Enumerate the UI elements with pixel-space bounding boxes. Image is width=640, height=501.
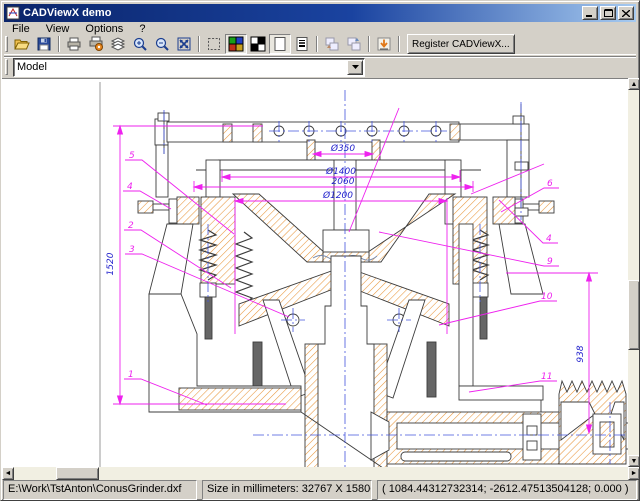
black-white-mode-button[interactable]	[247, 34, 269, 54]
layout-row: Model	[4, 56, 636, 77]
vertical-scrollbar[interactable]: ▲ ▼	[628, 78, 640, 467]
maximize-button[interactable]	[600, 6, 616, 20]
white-background-button[interactable]	[269, 34, 291, 54]
zoom-out-icon	[154, 36, 170, 52]
dimension-label: 938	[576, 345, 586, 362]
chevron-down-icon	[352, 65, 359, 69]
machine-body	[138, 104, 628, 467]
white-page-icon	[272, 36, 288, 52]
line-weights-button[interactable]	[291, 34, 313, 54]
dimension-label: Ø1400	[325, 166, 356, 177]
open-file-button[interactable]	[11, 34, 33, 54]
print-button[interactable]	[63, 34, 85, 54]
paste-view-button[interactable]	[343, 34, 365, 54]
zoom-in-button[interactable]	[129, 34, 151, 54]
export-view-button[interactable]	[373, 34, 395, 54]
selection-marquee-icon	[206, 36, 222, 52]
zoom-extents-icon	[176, 36, 192, 52]
toolbar-grip[interactable]	[5, 36, 8, 52]
scroll-right-button[interactable]: ►	[628, 467, 640, 480]
layers-icon	[110, 36, 126, 52]
export-arrow-icon	[376, 36, 392, 52]
toolbar-separator	[316, 36, 318, 52]
balloon-label: 5	[129, 151, 135, 161]
printer-settings-icon	[88, 36, 104, 52]
balloon-label: 9	[547, 257, 553, 267]
status-size-info: Size in millimeters: 32767 X 15806	[202, 480, 372, 500]
status-file-path: E:\Work\TstAnton\ConusGrinder.dxf	[3, 480, 197, 500]
vertical-scroll-thumb[interactable]	[628, 280, 640, 350]
scroll-left-button[interactable]: ◄	[2, 467, 14, 480]
select-area-button[interactable]	[203, 34, 225, 54]
copy-view-icon	[324, 36, 340, 52]
toolbar-separator	[398, 36, 400, 52]
copy-view-button[interactable]	[321, 34, 343, 54]
dimension-label: 1520	[106, 252, 116, 275]
dimension-label: Ø1200	[322, 190, 353, 201]
status-coordinates: ( 1084.44312732314; -2612.47513504128; 0…	[377, 480, 637, 500]
zoom-out-button[interactable]	[151, 34, 173, 54]
color-mode-button[interactable]	[225, 34, 247, 54]
toolbar: Register CADViewX...	[4, 34, 636, 55]
balloon-label: 11	[541, 372, 552, 382]
combo-dropdown-button[interactable]	[347, 60, 363, 75]
floppy-icon	[36, 36, 52, 52]
title-bar[interactable]: CADViewX demo	[4, 4, 636, 22]
black-white-squares-icon	[250, 36, 266, 52]
window-title: CADViewX demo	[23, 7, 580, 19]
balloon-label: 3	[129, 245, 135, 255]
toolbar-separator	[368, 36, 370, 52]
scroll-down-button[interactable]: ▼	[628, 455, 640, 467]
balloon-label: 6	[547, 179, 553, 189]
register-button[interactable]: Register CADViewX...	[407, 34, 515, 54]
save-file-button[interactable]	[33, 34, 55, 54]
toolbar-separator	[58, 36, 60, 52]
dimension-label: 2060	[332, 177, 355, 187]
layout-combo-value: Model	[14, 61, 347, 73]
balloon-label: 4	[546, 234, 552, 244]
balloon-label: 2	[128, 221, 134, 231]
drawing-canvas[interactable]: Ø350 Ø1400 2060 Ø1200 1520 938 5 4 2 3 1…	[2, 78, 628, 467]
zoom-extents-button[interactable]	[173, 34, 195, 54]
horizontal-scroll-thumb[interactable]	[56, 467, 99, 480]
zoom-in-icon	[132, 36, 148, 52]
combo-grip[interactable]	[5, 59, 8, 75]
printer-icon	[66, 36, 82, 52]
app-icon	[6, 6, 20, 20]
balloon-label: 1	[128, 370, 134, 380]
status-bar: E:\Work\TstAnton\ConusGrinder.dxf Size i…	[3, 480, 637, 500]
color-squares-icon	[228, 36, 244, 52]
balloon-label: 10	[541, 292, 553, 302]
open-folder-icon	[14, 36, 30, 52]
toolbar-separator	[198, 36, 200, 52]
dimension-label: Ø350	[330, 143, 356, 154]
cad-drawing: Ø350 Ø1400 2060 Ø1200 1520 938 5 4 2 3 1…	[2, 79, 628, 467]
scroll-up-button[interactable]: ▲	[628, 78, 640, 90]
print-options-button[interactable]	[85, 34, 107, 54]
lined-page-icon	[294, 36, 310, 52]
paste-view-icon	[346, 36, 362, 52]
close-button[interactable]	[618, 6, 634, 20]
app-window: CADViewX demo File View Options ?	[0, 0, 640, 501]
layers-button[interactable]	[107, 34, 129, 54]
minimize-button[interactable]	[582, 6, 598, 20]
horizontal-scrollbar[interactable]: ◄ ►	[2, 467, 640, 480]
layout-combo[interactable]: Model	[13, 58, 365, 77]
balloon-label: 4	[127, 182, 133, 192]
